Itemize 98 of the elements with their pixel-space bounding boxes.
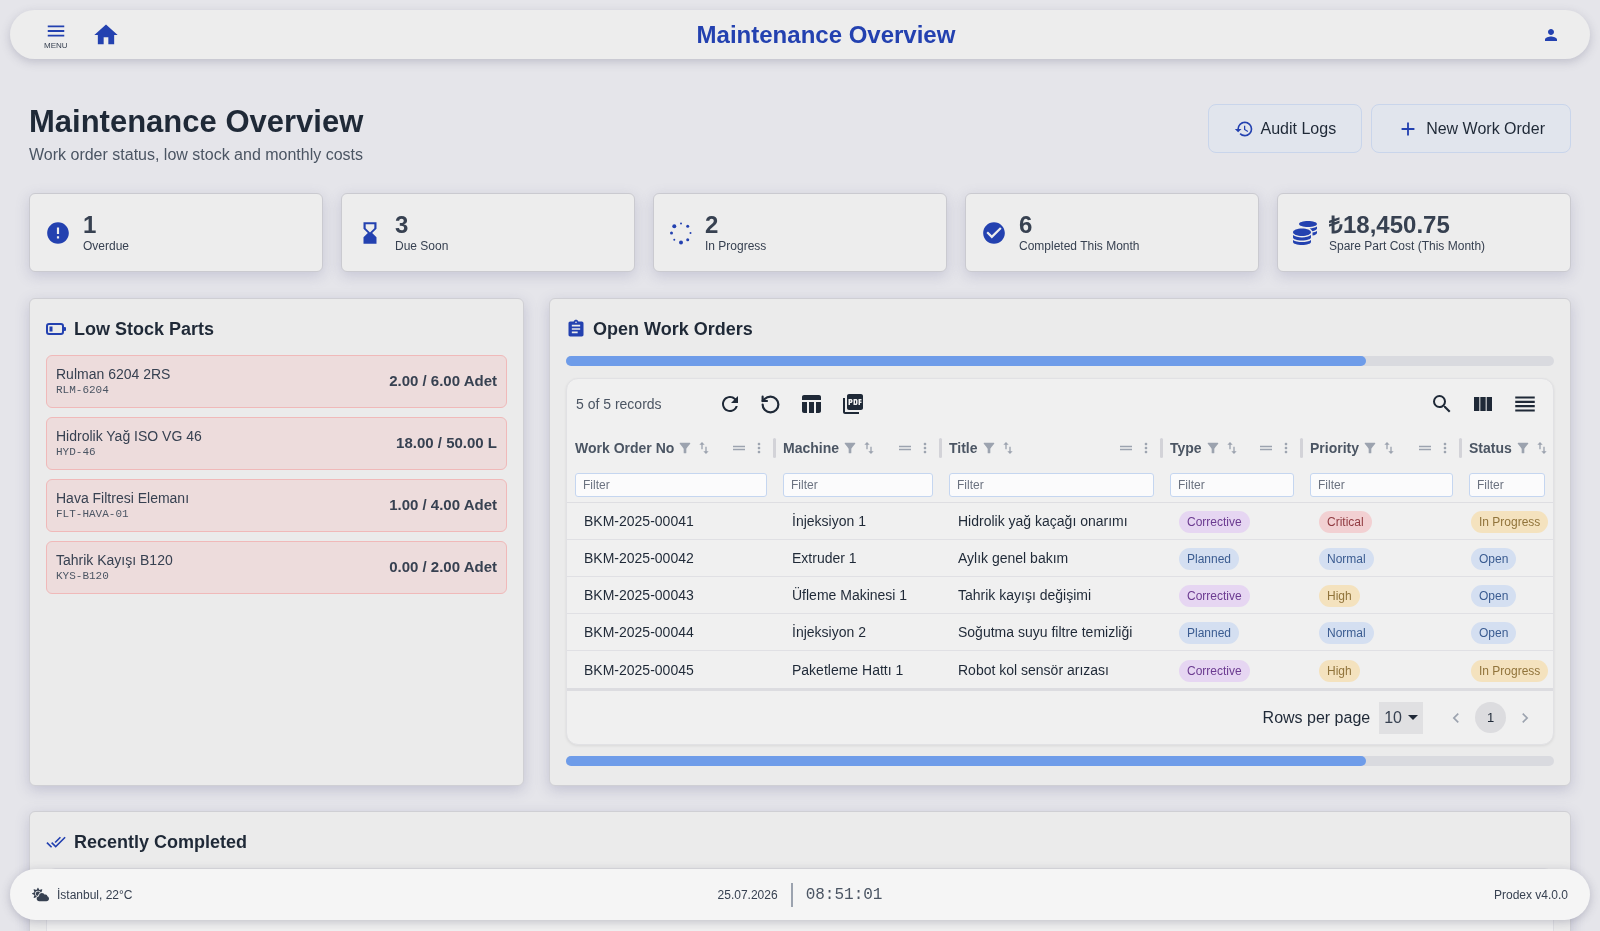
stat-label: Spare Part Cost (This Month) [1329, 238, 1486, 254]
part-name: Rulman 6204 2RS [56, 365, 171, 383]
pdf-icon[interactable] [840, 392, 865, 416]
stock-quantity: 2.00 / 6.00 Adet [389, 371, 497, 392]
stat-value: 1 [83, 211, 98, 238]
status-tag: High [1319, 585, 1360, 607]
low-stock-item[interactable]: Hava Filtresi Elemanı FLT-HAVA-01 1.00 / 4.00 Adet [46, 479, 507, 532]
menu-button[interactable]: MENU [44, 19, 68, 50]
weather-icon [32, 886, 49, 903]
filter-field[interactable]: Filter [1310, 473, 1453, 497]
part-code: HYD-46 [56, 445, 97, 460]
table-cell: İnjeksiyon 2 [792, 624, 866, 640]
status-tag: High [1319, 659, 1360, 682]
filter-field[interactable]: Filter [949, 473, 1154, 497]
version-text: Prodex v4.0.0 [1493, 886, 1568, 904]
battery-low-icon [46, 323, 66, 335]
status-tag: In Progress [1471, 511, 1549, 533]
table-cell: Soğutma suyu filtre temizliği [958, 624, 1133, 640]
panel-title: Low Stock Parts [74, 317, 215, 341]
stat-label: Due Soon [395, 238, 449, 254]
part-code: KYS-B120 [56, 569, 110, 584]
status-tag: Corrective [1179, 511, 1250, 533]
table-cell: BKM-2025-00043 [584, 587, 694, 603]
low-stock-item[interactable]: Rulman 6204 2RS RLM-6204 2.00 / 6.00 Adet [46, 355, 507, 408]
page-subtitle: Work order status, low stock and monthly costs [29, 145, 364, 165]
status-tag: Open [1471, 622, 1517, 644]
column-header[interactable]: Type [1170, 437, 1202, 459]
table-cell: Hidrolik yağ kaçağı onarımı [958, 513, 1128, 529]
filter-icon[interactable] [1362, 440, 1378, 456]
reset-icon[interactable] [759, 393, 781, 415]
clipboard-icon [566, 319, 586, 339]
status-tag: Planned [1179, 622, 1240, 644]
caret-icon [1408, 715, 1418, 720]
page-button[interactable]: 1 [1475, 702, 1506, 733]
rows-per-page-select[interactable]: 10 [1379, 701, 1423, 734]
status-tag: Normal [1319, 622, 1374, 644]
stat-value: ₺18,450.75 [1329, 211, 1451, 238]
column-header[interactable]: Work Order No [575, 437, 675, 459]
filter-field[interactable]: Filter [575, 473, 767, 497]
stat-value: 6 [1019, 211, 1034, 238]
alert-icon [45, 219, 71, 246]
clock-text: 08:51:01 [805, 884, 883, 906]
record-count: 5 of 5 records [576, 394, 662, 414]
status-tag: Normal [1319, 548, 1374, 570]
table-cell: BKM-2025-00042 [584, 550, 694, 566]
loading-dots-icon [669, 220, 693, 245]
table-cell: BKM-2025-00045 [584, 661, 694, 678]
stat-value: 2 [705, 211, 720, 238]
new-work-order-button[interactable]: New Work Order [1371, 104, 1571, 153]
stock-quantity: 1.00 / 4.00 Adet [389, 495, 497, 516]
status-tag: Planned [1179, 548, 1240, 570]
audit-logs-button[interactable]: Audit Logs [1207, 104, 1363, 153]
table-cell: Üfleme Makinesi 1 [792, 587, 908, 603]
page-title: Maintenance Overview [29, 104, 364, 140]
table-cell: Paketleme Hattı 1 [792, 661, 904, 678]
part-code: FLT-HAVA-01 [56, 507, 130, 522]
stock-quantity: 0.00 / 2.00 Adet [389, 557, 497, 578]
coins-icon [1293, 220, 1317, 245]
status-tag: Open [1471, 548, 1517, 570]
part-code: RLM-6204 [56, 383, 110, 398]
panel-title: Open Work Orders [593, 317, 753, 341]
low-stock-item[interactable]: Tahrik Kayışı B120 KYS-B120 0.00 / 2.00 Adet [46, 541, 507, 594]
table-cell: İnjeksiyon 1 [792, 513, 866, 529]
table-cell: Robot kol sensör arızası [958, 661, 1109, 678]
column-header[interactable]: Title [949, 437, 978, 459]
status-tag: Critical [1319, 511, 1372, 533]
app-title: Maintenance Overview [696, 19, 956, 50]
filter-field[interactable]: Filter [1469, 473, 1545, 497]
status-tag: In Progress [1471, 659, 1549, 682]
stock-quantity: 18.00 / 50.00 L [396, 433, 497, 454]
date-text: 25.07.2026 [717, 886, 778, 904]
column-header[interactable]: Status [1469, 437, 1512, 459]
horizontal-scrollbar[interactable] [566, 756, 1554, 766]
stat-label: In Progress [705, 238, 767, 254]
stat-label: Overdue [83, 238, 130, 254]
table-cell: Extruder 1 [792, 550, 857, 566]
horizontal-scrollbar[interactable] [566, 356, 1554, 366]
filter-field[interactable]: Filter [1170, 473, 1294, 497]
stat-value: 3 [395, 211, 410, 238]
table-cell: BKM-2025-00041 [584, 513, 694, 529]
column-header[interactable]: Priority [1310, 437, 1359, 459]
table-cell: Tahrik kayışı değişimi [958, 587, 1092, 603]
status-tag: Corrective [1179, 659, 1250, 682]
part-name: Hidrolik Yağ ISO VG 46 [56, 427, 202, 445]
table-cell: BKM-2025-00044 [584, 624, 694, 640]
filter-icon[interactable] [842, 440, 858, 456]
rows-per-page-label: Rows per page [1262, 707, 1371, 728]
stat-label: Completed This Month [1019, 238, 1140, 254]
table-cell: Aylık genel bakım [958, 550, 1069, 566]
part-name: Hava Filtresi Elemanı [56, 489, 190, 507]
status-tag: Corrective [1179, 585, 1250, 607]
low-stock-item[interactable]: Hidrolik Yağ ISO VG 46 HYD-46 18.00 / 50.00 L [46, 417, 507, 470]
filter-field[interactable]: Filter [783, 473, 933, 497]
weather-text: İstanbul, 22°C [57, 886, 133, 904]
panel-title: Recently Completed [74, 830, 248, 854]
part-name: Tahrik Kayışı B120 [56, 551, 173, 569]
status-tag: Open [1471, 585, 1517, 607]
column-header[interactable]: Machine [783, 437, 839, 459]
